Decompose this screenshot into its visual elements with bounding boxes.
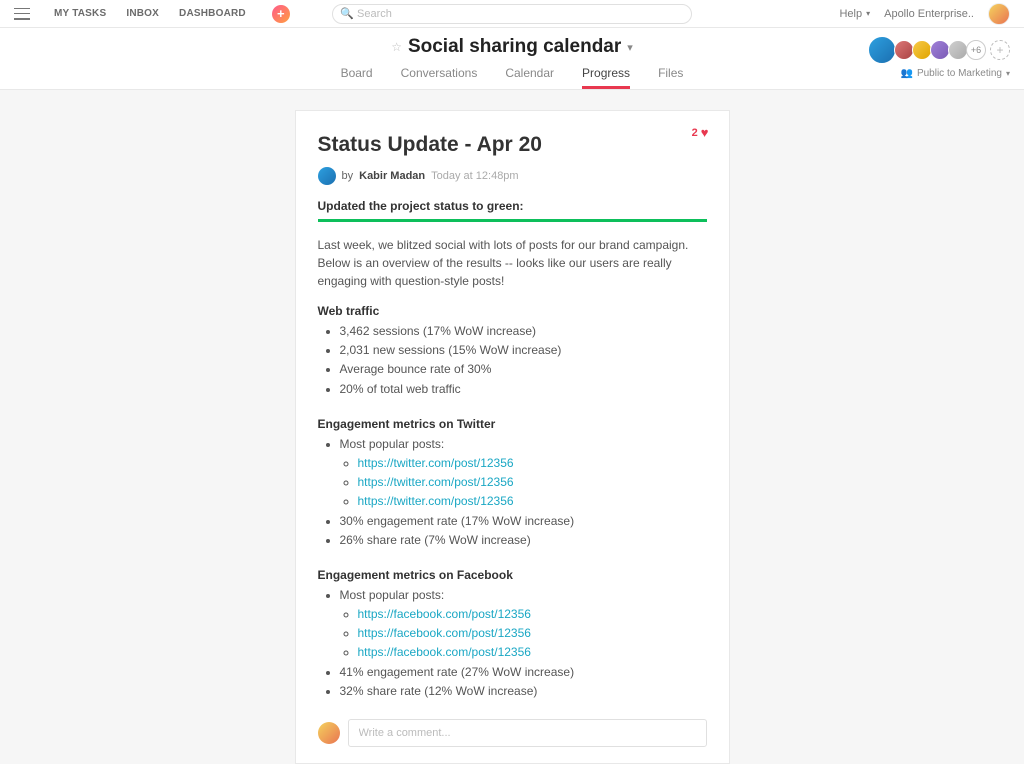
heart-icon: ♥ [701, 125, 709, 140]
tab-files[interactable]: Files [658, 62, 683, 89]
status-card: 2 ♥ Status Update - Apr 20 by Kabir Mada… [295, 110, 730, 764]
tab-calendar[interactable]: Calendar [505, 62, 554, 89]
visibility-label: Public to Marketing [917, 68, 1002, 79]
list-item: 32% share rate (12% WoW increase) [340, 682, 707, 701]
post-link[interactable]: https://facebook.com/post/12356 [358, 626, 531, 640]
member-avatar[interactable] [868, 36, 896, 64]
list-item: 20% of total web traffic [340, 380, 707, 399]
facebook-list: Most popular posts: https://facebook.com… [318, 586, 707, 701]
member-avatar[interactable] [948, 40, 968, 60]
list-item-label: Most popular posts: [340, 588, 445, 602]
tab-conversations[interactable]: Conversations [401, 62, 478, 89]
section-heading-twitter: Engagement metrics on Twitter [318, 417, 707, 431]
author-name[interactable]: Kabir Madan [359, 170, 425, 182]
nav-dashboard[interactable]: DASHBOARD [179, 8, 246, 19]
member-avatar[interactable] [912, 40, 932, 60]
list-item: https://facebook.com/post/12356 [358, 624, 707, 643]
list-item: https://facebook.com/post/12356 [358, 643, 707, 662]
author-avatar[interactable] [318, 167, 336, 185]
list-item: 2,031 new sessions (15% WoW increase) [340, 341, 707, 360]
post-link[interactable]: https://facebook.com/post/12356 [358, 607, 531, 621]
more-members[interactable]: +6 [966, 40, 986, 60]
list-item: https://twitter.com/post/12356 [358, 454, 707, 473]
chevron-down-icon: ▾ [1006, 69, 1010, 78]
list-item: 41% engagement rate (27% WoW increase) [340, 663, 707, 682]
search-wrap: 🔍 [332, 4, 692, 24]
project-menu-chevron[interactable]: ▾ [627, 41, 633, 54]
search-icon: 🔍 [340, 7, 354, 20]
list-item: Average bounce rate of 30% [340, 360, 707, 379]
comment-input[interactable] [348, 719, 707, 747]
post-link[interactable]: https://facebook.com/post/12356 [358, 645, 531, 659]
list-item: 26% share rate (7% WoW increase) [340, 531, 707, 550]
list-item-label: Most popular posts: [340, 437, 445, 451]
tab-progress[interactable]: Progress [582, 62, 630, 89]
star-icon[interactable]: ☆ [391, 40, 402, 54]
search-input[interactable] [332, 4, 692, 24]
section-heading-web: Web traffic [318, 304, 707, 318]
nav-inbox[interactable]: INBOX [126, 8, 159, 19]
project-tabs: Board Conversations Calendar Progress Fi… [14, 62, 1010, 89]
section-heading-facebook: Engagement metrics on Facebook [318, 568, 707, 582]
list-item: Most popular posts: https://facebook.com… [340, 586, 707, 663]
post-title: Status Update - Apr 20 [318, 133, 707, 157]
list-item: 30% engagement rate (17% WoW increase) [340, 512, 707, 531]
tab-board[interactable]: Board [341, 62, 373, 89]
post-link[interactable]: https://twitter.com/post/12356 [358, 456, 514, 470]
top-nav: MY TASKS INBOX DASHBOARD [54, 8, 246, 19]
list-item: 3,462 sessions (17% WoW increase) [340, 322, 707, 341]
post-timestamp: Today at 12:48pm [431, 170, 518, 182]
help-menu[interactable]: Help ▾ [839, 8, 870, 20]
list-item: https://facebook.com/post/12356 [358, 605, 707, 624]
menu-icon[interactable] [14, 8, 30, 20]
add-member-button[interactable]: + [990, 40, 1010, 60]
status-change-line: Updated the project status to green: [318, 199, 707, 213]
post-link[interactable]: https://twitter.com/post/12356 [358, 494, 514, 508]
like-count: 2 [692, 127, 698, 139]
project-header: ☆ Social sharing calendar ▾ Board Conver… [0, 28, 1024, 90]
top-bar: MY TASKS INBOX DASHBOARD + 🔍 Help ▾ Apoll… [0, 0, 1024, 28]
people-icon: 👥 [900, 68, 912, 79]
commenter-avatar[interactable] [318, 722, 340, 744]
like-button[interactable]: 2 ♥ [692, 125, 709, 140]
add-button[interactable]: + [272, 5, 290, 23]
comment-row [318, 719, 707, 747]
nav-my-tasks[interactable]: MY TASKS [54, 8, 106, 19]
status-bar-green [318, 219, 707, 222]
by-prefix: by [342, 170, 354, 182]
post-intro: Last week, we blitzed social with lots o… [318, 236, 707, 290]
list-item: Most popular posts: https://twitter.com/… [340, 435, 707, 512]
project-members: +6 + [874, 36, 1010, 64]
chevron-down-icon: ▾ [866, 9, 870, 18]
list-item: https://twitter.com/post/12356 [358, 492, 707, 511]
project-title: Social sharing calendar [408, 36, 621, 58]
post-link[interactable]: https://twitter.com/post/12356 [358, 475, 514, 489]
twitter-list: Most popular posts: https://twitter.com/… [318, 435, 707, 550]
help-label: Help [839, 8, 862, 20]
post-byline: by Kabir Madan Today at 12:48pm [318, 167, 707, 185]
project-visibility[interactable]: 👥 Public to Marketing ▾ [900, 68, 1010, 79]
list-item: https://twitter.com/post/12356 [358, 473, 707, 492]
web-stats-list: 3,462 sessions (17% WoW increase) 2,031 … [318, 322, 707, 399]
member-avatar[interactable] [894, 40, 914, 60]
org-switcher[interactable]: Apollo Enterprise.. [884, 8, 974, 20]
member-avatar[interactable] [930, 40, 950, 60]
page-body: 2 ♥ Status Update - Apr 20 by Kabir Mada… [0, 90, 1024, 764]
current-user-avatar[interactable] [988, 3, 1010, 25]
